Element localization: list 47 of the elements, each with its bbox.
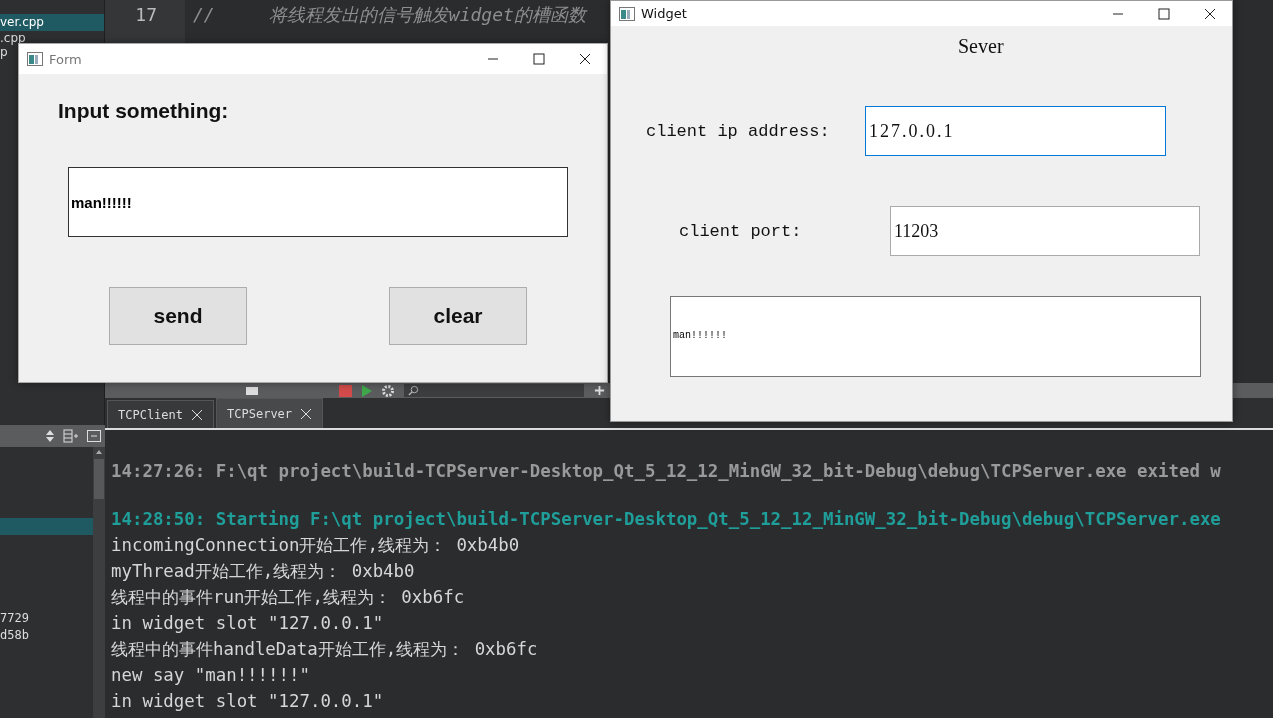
heading: Sever	[958, 35, 1004, 59]
action-button[interactable]: clear	[389, 287, 527, 345]
list-value: d58b	[0, 627, 30, 644]
ip-input[interactable]: 127.0.0.1	[865, 106, 1166, 156]
split-icon[interactable]	[63, 429, 79, 443]
code-comment: // 将线程发出的信号触发widget的槽函数	[192, 3, 586, 27]
prompt-label: Input something:	[58, 99, 229, 123]
output-line: 14:28:50: Starting F:\qt project\build-TCPServer-Desktop_Qt_5_12_12_MinGW_32_bit-Debug\debug\TCPServer.exe	[111, 508, 1222, 531]
output-line: new say "man!!!!!!"	[111, 664, 311, 687]
close-icon[interactable]	[579, 53, 591, 65]
maximize-icon[interactable]	[533, 53, 545, 65]
output-tab[interactable]: TCPServer	[216, 398, 324, 428]
output-line: 14:27:26: F:\qt project\build-TCPServer-Desktop_Qt_5_12_12_MinGW_32_bit-Debug\debug\TCPServer.exe exited w	[111, 460, 1222, 483]
output-line: in widget slot "127.0.0.1"	[111, 690, 385, 713]
output-line: in widget slot "127.0.0.1"	[111, 612, 385, 635]
gear-icon[interactable]	[382, 384, 394, 397]
output-line: 线程中的事件run开始工作,线程为： 0xb6fc	[111, 586, 466, 609]
run-icon[interactable]	[362, 384, 372, 397]
file-item[interactable]: p	[0, 45, 8, 59]
output-line: incomingConnection开始工作,线程为： 0xb4b0	[111, 534, 521, 557]
window-title: Form	[49, 51, 83, 67]
field-label: client port:	[679, 221, 803, 241]
message-input[interactable]: man!!!!!!	[68, 167, 568, 237]
port-input[interactable]: 11203	[890, 206, 1200, 256]
filter-field[interactable]	[404, 384, 584, 397]
output-tab[interactable]: TCPClient	[107, 400, 215, 428]
maximize-icon[interactable]	[1158, 7, 1170, 20]
action-button[interactable]: send	[109, 287, 247, 345]
close-icon[interactable]	[1204, 7, 1216, 20]
file-item[interactable]: .cpp	[0, 31, 26, 45]
list-value: 7729	[0, 610, 30, 627]
clear-icon[interactable]	[245, 385, 259, 396]
message-box[interactable]: man!!!!!!	[670, 296, 1201, 377]
output-line: 线程中的事件handleData开始工作,线程为： 0xb6fc	[111, 638, 539, 661]
sort-icon[interactable]	[45, 429, 55, 443]
window-icon	[27, 52, 43, 66]
line-number: 17	[134, 3, 158, 27]
scrollbar-thumb[interactable]	[94, 459, 104, 499]
output-line: myThread开始工作,线程为： 0xb4b0	[111, 560, 416, 583]
search-icon	[408, 385, 419, 396]
window-icon	[619, 6, 635, 21]
add-icon[interactable]	[594, 385, 605, 396]
field-label: client ip address:	[646, 121, 831, 141]
window-title: Widget	[641, 6, 688, 21]
file-item[interactable]: ver.cpp	[0, 14, 104, 31]
close-panel-icon[interactable]	[87, 430, 101, 442]
scrollbar[interactable]	[93, 447, 105, 718]
